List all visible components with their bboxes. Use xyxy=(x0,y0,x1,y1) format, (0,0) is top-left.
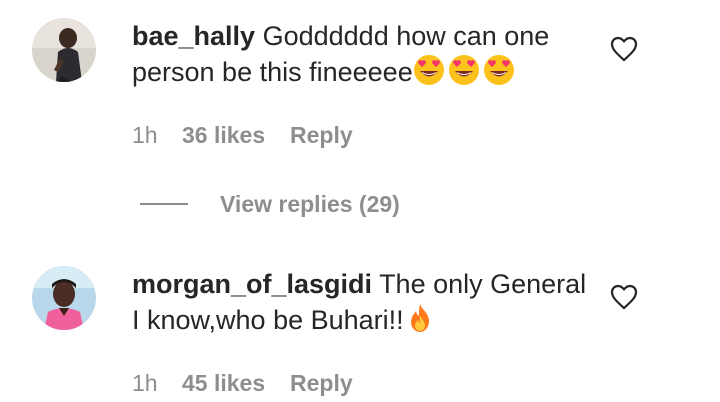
comment-timestamp: 1h xyxy=(132,370,158,396)
comment-meta: 1h 45 likes Reply xyxy=(132,368,353,398)
heart-eyes-emoji xyxy=(483,54,515,86)
heart-eyes-emoji xyxy=(413,54,445,86)
reply-button[interactable]: Reply xyxy=(290,120,353,150)
fire-emoji xyxy=(404,302,436,334)
heart-outline-icon[interactable] xyxy=(610,36,638,62)
view-replies-button[interactable]: View replies (29) xyxy=(140,189,400,219)
avatar[interactable] xyxy=(32,266,96,330)
comment-timestamp: 1h xyxy=(132,122,158,148)
comment-likes-count[interactable]: 36 likes xyxy=(182,120,290,150)
view-replies-label: View replies (29) xyxy=(220,190,400,217)
heart-outline-icon[interactable] xyxy=(610,284,638,310)
comment-username[interactable]: morgan_of_lasgidi xyxy=(132,269,372,299)
comment-likes-count[interactable]: 45 likes xyxy=(182,368,290,398)
comment-username[interactable]: bae_hally xyxy=(132,21,255,51)
reply-button[interactable]: Reply xyxy=(290,368,353,398)
comment-text: bae_hally Godddddd how can one person be… xyxy=(132,18,592,90)
comment-text: morgan_of_lasgidi The only General I kno… xyxy=(132,266,592,338)
comment-meta: 1h 36 likes Reply xyxy=(132,120,353,150)
heart-eyes-emoji xyxy=(448,54,480,86)
avatar[interactable] xyxy=(32,18,96,82)
replies-divider-line xyxy=(140,203,188,205)
